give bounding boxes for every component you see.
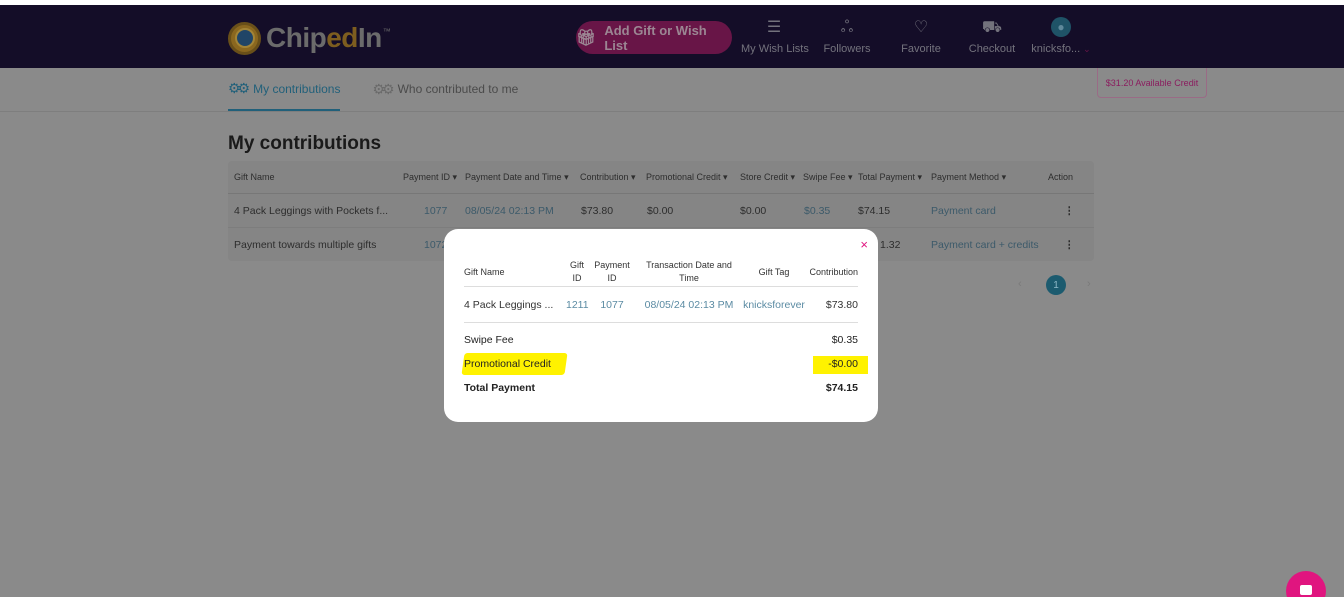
col-payment-method[interactable]: Payment Method ▾ xyxy=(931,172,1006,183)
table-header-row: Gift Name Payment ID ▾ Payment Date and … xyxy=(228,161,1094,194)
modal-table-row: 4 Pack Leggings ... 1211 1077 08/05/24 0… xyxy=(464,287,858,323)
cell-method: Payment card xyxy=(931,204,996,217)
total-payment-row: Total Payment $74.15 xyxy=(464,382,858,400)
pager-current-page[interactable]: 1 xyxy=(1046,275,1066,295)
col-contribution[interactable]: Contribution ▾ xyxy=(580,172,636,183)
modal-col-payment-id: Payment ID xyxy=(594,260,630,283)
tab-divider xyxy=(0,111,1344,112)
table-row[interactable]: 4 Pack Leggings with Pockets f... 1077 0… xyxy=(228,194,1094,228)
modal-table-header: Gift Name Gift ID Payment ID Transaction D… xyxy=(464,257,858,287)
modal-cell-payment-id[interactable]: 1077 xyxy=(596,299,628,312)
modal-col-contribution: Contribution xyxy=(809,267,858,277)
swipe-fee-label: Swipe Fee xyxy=(464,334,514,346)
kebab-menu-icon[interactable]: ⋮ xyxy=(1064,239,1075,251)
chat-icon xyxy=(1300,585,1312,595)
total-payment-label: Total Payment xyxy=(464,382,535,394)
col-payment-id[interactable]: Payment ID ▾ xyxy=(403,172,457,183)
modal-cell-contribution: $73.80 xyxy=(825,299,858,311)
col-promotional-credit[interactable]: Promotional Credit ▾ xyxy=(646,172,728,183)
pager-prev-icon[interactable]: ‹ xyxy=(1018,278,1022,290)
cell-swipe: $0.35 xyxy=(804,204,831,217)
swipe-fee-value: $0.35 xyxy=(831,334,858,346)
cell-store: $0.00 xyxy=(740,204,767,217)
modal-col-date: Transaction Date and Time xyxy=(646,260,732,283)
modal-col-gift-id: Gift ID xyxy=(569,260,584,283)
cell-contribution: $73.80 xyxy=(581,204,614,217)
col-swipe-fee[interactable]: Swipe Fee ▾ xyxy=(803,172,853,183)
promotional-credit-row: Promotional Credit -$0.00 xyxy=(461,353,868,376)
top-header: ChipedIn ™ 🎁︎ Add Gift or Wish List ☰ My… xyxy=(0,5,1344,68)
page-title: My contributions xyxy=(228,133,382,154)
col-store-credit[interactable]: Store Credit ▾ xyxy=(740,172,795,183)
modal-cell-date: 08/05/24 02:13 PM xyxy=(644,299,734,311)
contribution-icon: ⚙⚙ xyxy=(372,80,394,97)
col-total-payment[interactable]: Total Payment ▾ xyxy=(858,172,922,183)
kebab-menu-icon[interactable]: ⋮ xyxy=(1064,205,1075,217)
tab-who-contributed[interactable]: ⚙⚙ Who contributed to me xyxy=(372,78,518,100)
cell-total: $74.15 xyxy=(858,204,891,217)
cell-date: 08/05/24 02:13 PM xyxy=(465,204,554,217)
available-credit-badge: $31.20 Available Credit xyxy=(1097,68,1207,98)
cell-total: 1.32 xyxy=(880,239,901,251)
contribution-icon: ⚙⚙ xyxy=(228,80,250,96)
cell-gift-name: 4 Pack Leggings with Pockets f... xyxy=(234,204,389,217)
modal-col-gift-tag: Gift Tag xyxy=(758,267,790,277)
cell-method: Payment card + credits xyxy=(931,239,1039,251)
modal-col-gift-name: Gift Name xyxy=(464,267,505,277)
modal-cell-gift-id[interactable]: 1211 xyxy=(566,299,589,312)
close-icon[interactable]: × xyxy=(860,237,868,252)
payment-details-modal: × Gift Name Gift ID Payment ID Transaction… xyxy=(444,229,878,422)
pager-next-icon[interactable]: › xyxy=(1087,278,1091,290)
col-action: Action xyxy=(1048,172,1074,182)
col-payment-date[interactable]: Payment Date and Time ▾ xyxy=(465,172,569,183)
col-gift-name[interactable]: Gift Name xyxy=(234,172,275,182)
cell-promo: $0.00 xyxy=(647,204,674,217)
contribution-tabs: ⚙⚙ My contributions ⚙⚙ Who contributed t… xyxy=(228,78,518,112)
cell-gift-name: Payment towards multiple gifts xyxy=(234,239,377,251)
chat-fab-button[interactable] xyxy=(1286,571,1326,597)
promotional-credit-label: Promotional Credit xyxy=(464,358,551,370)
total-payment-value: $74.15 xyxy=(825,382,858,394)
swipe-fee-row: Swipe Fee $0.35 xyxy=(464,334,858,352)
modal-cell-gift-tag[interactable]: knicksforever xyxy=(741,299,807,312)
modal-cell-gift-name: 4 Pack Leggings ... xyxy=(464,299,554,311)
header-overlay-dim xyxy=(0,5,1344,68)
tab-my-contributions[interactable]: ⚙⚙ My contributions xyxy=(228,78,341,111)
cell-payment-id[interactable]: 1077 xyxy=(424,205,447,217)
promotional-credit-value: -$0.00 xyxy=(828,358,858,370)
